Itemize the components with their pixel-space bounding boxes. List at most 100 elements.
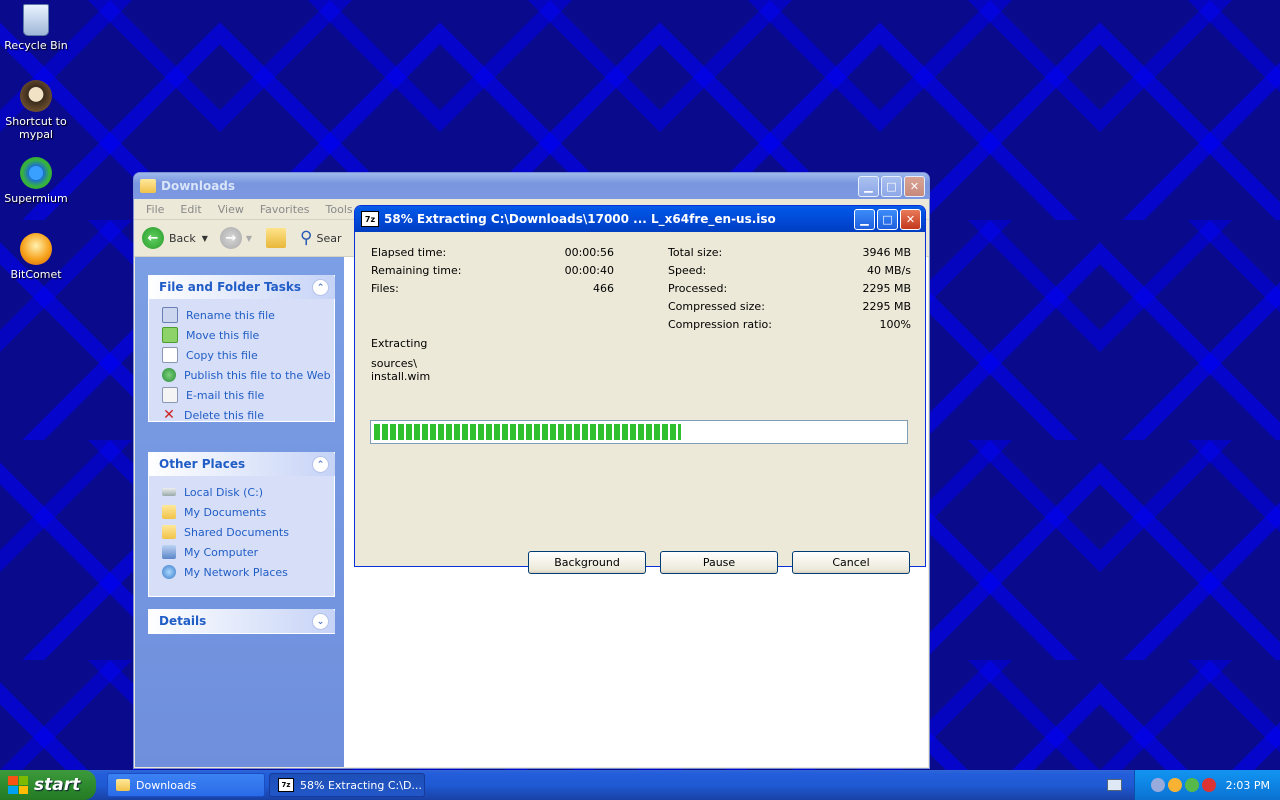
back-dropdown-icon[interactable]: ▼ — [202, 234, 208, 243]
messenger-tray-icon[interactable] — [1167, 778, 1182, 792]
folder-icon — [116, 779, 130, 791]
folder-icon — [162, 505, 176, 519]
security-shield-icon[interactable] — [1201, 778, 1216, 792]
current-file: install.wim — [371, 370, 431, 383]
task-label: Delete this file — [184, 408, 264, 422]
task-label: Copy this file — [186, 348, 258, 362]
taskbar: start Downloads 7z 58% Extracting C:\D..… — [0, 770, 1280, 800]
other-places-title: Other Places — [159, 457, 246, 471]
network-tray-icon[interactable] — [1150, 778, 1165, 792]
compression-ratio-label: Compression ratio: — [668, 318, 772, 331]
close-button[interactable]: ✕ — [904, 175, 925, 197]
update-tray-icon[interactable] — [1184, 778, 1199, 792]
maximize-button[interactable]: □ — [877, 208, 898, 230]
background-button[interactable]: Background — [528, 551, 646, 574]
menu-file[interactable]: File — [138, 203, 172, 216]
desktop-icon-label: Supermium — [4, 192, 68, 205]
details-title: Details — [159, 614, 207, 628]
desktop-icon-mypal[interactable]: Shortcut to mypal — [0, 80, 72, 141]
extract-progress-dialog: 7z 58% Extracting C:\Downloads\17000 ...… — [354, 205, 926, 574]
delete-x-icon: ✕ — [163, 407, 175, 423]
place-label: Local Disk (C:) — [184, 485, 264, 499]
task-label: Move this file — [186, 328, 260, 342]
clock[interactable]: 2:03 PM — [1226, 779, 1270, 792]
file-tasks-header[interactable]: File and Folder Tasks ⌃ — [148, 275, 335, 299]
place-my-computer[interactable]: My Computer — [149, 542, 334, 562]
move-icon — [162, 327, 178, 343]
recycle-bin-icon — [23, 4, 49, 36]
place-shared-documents[interactable]: Shared Documents — [149, 522, 334, 542]
task-copy[interactable]: Copy this file — [149, 345, 334, 365]
desktop-icon-bitcomet[interactable]: BitComet — [0, 233, 72, 281]
place-label: My Network Places — [184, 565, 288, 579]
task-email[interactable]: E-mail this file — [149, 385, 334, 405]
desktop-icon-recycle-bin[interactable]: Recycle Bin — [0, 4, 72, 52]
task-label: Publish this file to the Web — [184, 368, 331, 382]
expand-chevron-icon[interactable]: ⌄ — [312, 613, 329, 630]
close-button[interactable]: ✕ — [900, 208, 921, 230]
place-my-documents[interactable]: My Documents — [149, 502, 334, 522]
7zip-icon: 7z — [361, 211, 379, 227]
folder-icon — [162, 525, 176, 539]
desktop-icon-label: Recycle Bin — [4, 39, 68, 52]
explorer-titlebar[interactable]: Downloads ▁ □ ✕ — [134, 173, 929, 199]
taskbar-item-extracting[interactable]: 7z 58% Extracting C:\D... — [269, 773, 425, 797]
up-folder-icon[interactable] — [266, 228, 287, 248]
minimize-button[interactable]: ▁ — [858, 175, 879, 197]
taskbar-item-downloads[interactable]: Downloads — [107, 773, 265, 797]
forward-dropdown-icon[interactable]: ▼ — [246, 234, 252, 243]
details-header[interactable]: Details ⌄ — [148, 609, 335, 633]
processed-value: 2295 MB — [862, 282, 911, 295]
task-publish[interactable]: Publish this file to the Web — [149, 365, 334, 385]
search-icon[interactable]: ⚲ — [300, 228, 312, 248]
task-pane: File and Folder Tasks ⌃ Rename this file… — [135, 257, 344, 767]
cancel-button[interactable]: Cancel — [792, 551, 910, 574]
place-label: My Documents — [184, 505, 267, 519]
desktop-icon-label: Shortcut to mypal — [5, 115, 67, 141]
place-local-disk[interactable]: Local Disk (C:) — [149, 482, 334, 502]
details-group: Details ⌄ — [148, 609, 335, 634]
network-globe-icon — [162, 565, 176, 579]
total-size-label: Total size: — [668, 246, 723, 259]
task-move[interactable]: Move this file — [149, 325, 334, 345]
maximize-button[interactable]: □ — [881, 175, 902, 197]
pause-button[interactable]: Pause — [660, 551, 778, 574]
search-button-label[interactable]: Sear — [316, 232, 341, 245]
taskbar-item-label: 58% Extracting C:\D... — [300, 778, 422, 792]
supermium-icon — [20, 157, 52, 189]
compression-ratio-value: 100% — [879, 318, 911, 331]
other-places-header[interactable]: Other Places ⌃ — [148, 452, 335, 476]
place-network[interactable]: My Network Places — [149, 562, 334, 582]
desktop-icon-label: BitComet — [10, 268, 62, 281]
total-size-value: 3946 MB — [862, 246, 911, 259]
desktop-icon-supermium[interactable]: Supermium — [0, 157, 72, 205]
extract-progress-bar — [370, 420, 908, 444]
minimize-button[interactable]: ▁ — [854, 208, 875, 230]
back-button-label[interactable]: Back — [169, 232, 196, 245]
task-delete[interactable]: ✕ Delete this file — [149, 405, 334, 425]
elapsed-time-label: Elapsed time: — [371, 246, 447, 259]
taskbar-item-label: Downloads — [136, 778, 197, 792]
7zip-icon: 7z — [278, 778, 294, 792]
forward-arrow-icon[interactable]: → — [219, 227, 242, 249]
file-tasks-title: File and Folder Tasks — [159, 280, 302, 294]
drive-icon — [162, 488, 176, 496]
menu-edit[interactable]: Edit — [172, 203, 209, 216]
rename-icon — [162, 307, 178, 323]
back-arrow-icon[interactable]: ← — [142, 227, 164, 249]
speed-value: 40 MB/s — [867, 264, 911, 277]
bitcomet-icon — [20, 233, 52, 265]
collapse-chevron-icon[interactable]: ⌃ — [312, 456, 329, 473]
processed-label: Processed: — [668, 282, 728, 295]
keyboard-icon[interactable] — [1107, 779, 1122, 791]
start-button[interactable]: start — [0, 770, 96, 800]
menu-favorites[interactable]: Favorites — [252, 203, 318, 216]
file-tasks-group: File and Folder Tasks ⌃ Rename this file… — [148, 275, 335, 422]
task-rename[interactable]: Rename this file — [149, 305, 334, 325]
task-label: Rename this file — [186, 308, 275, 322]
menu-view[interactable]: View — [210, 203, 252, 216]
status-text: Extracting — [371, 337, 428, 350]
explorer-title: Downloads — [161, 179, 236, 193]
collapse-chevron-icon[interactable]: ⌃ — [312, 279, 329, 296]
dialog-titlebar[interactable]: 7z 58% Extracting C:\Downloads\17000 ...… — [355, 206, 925, 232]
